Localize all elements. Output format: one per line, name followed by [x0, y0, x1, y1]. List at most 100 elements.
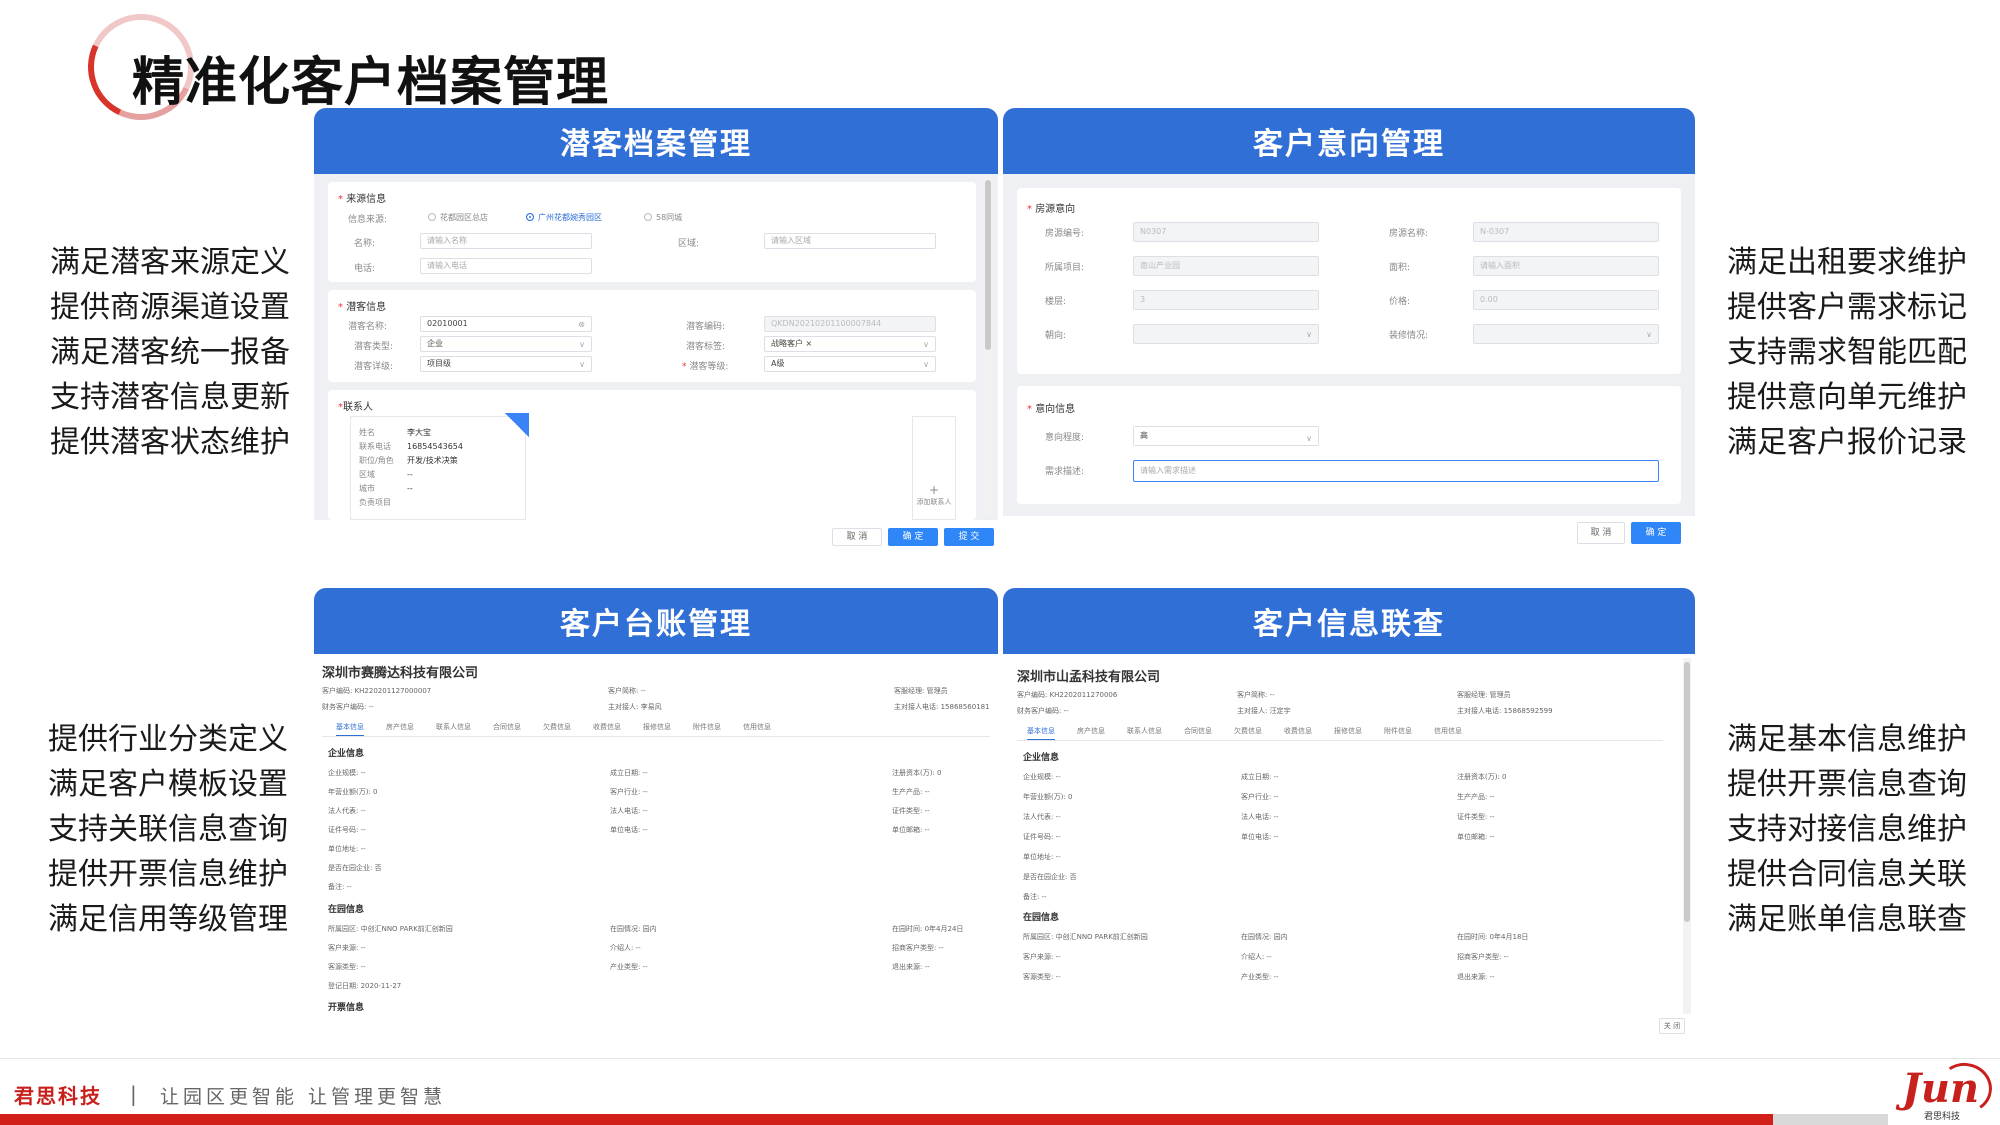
logo-subtitle: 君思科技	[1924, 1112, 1961, 1122]
prospect-detail-select[interactable]: 项目级 ∨	[420, 356, 592, 372]
left-top-feature-list: 满足潜客来源定义 提供商源渠道设置 满足潜客统一报备 支持潜客信息更新 提供潜客…	[50, 240, 290, 465]
project-input: 南山产业园	[1133, 256, 1319, 276]
dialog-footer: 取 消 确 定 提 交	[314, 520, 998, 578]
info-field: 所属园区: 中创汇NNO PARK前汇创新园	[328, 925, 453, 933]
add-contact-button[interactable]: + 添加联系人	[912, 416, 956, 520]
confirm-button[interactable]: 确 定	[888, 528, 938, 546]
decoration-select[interactable]: ∨	[1473, 324, 1659, 344]
info-field: 法人电话: --	[610, 807, 648, 815]
tab-contact-info[interactable]: 联系人信息	[1127, 726, 1162, 741]
contact-field: 城市 --	[359, 484, 413, 493]
tab-credit-info[interactable]: 信用信息	[1434, 726, 1462, 741]
contact-field: 姓名 李大宝	[359, 428, 431, 437]
source-label: 信息来源:	[348, 215, 388, 225]
tab-contract-info[interactable]: 合同信息	[1184, 726, 1212, 741]
info-field: 注册资本(万): 0	[892, 769, 942, 777]
radio-option-selected[interactable]: 广州花都婉秀园区	[526, 212, 602, 223]
tab-credit-info[interactable]: 信用信息	[743, 722, 771, 737]
feature-item: 提供开票信息维护	[48, 857, 288, 892]
tab-property-info[interactable]: 房产信息	[1077, 726, 1105, 741]
tab-attachment-info[interactable]: 附件信息	[1384, 726, 1412, 741]
info-field: 客源类型: --	[328, 963, 366, 971]
tab-contract-info[interactable]: 合同信息	[493, 722, 521, 737]
area-input[interactable]: 请输入区域	[764, 233, 936, 249]
footer-brand: 君思科技	[14, 1084, 102, 1108]
tab-property-info[interactable]: 房产信息	[386, 722, 414, 737]
info-field: 客户行业: --	[610, 788, 648, 796]
clear-icon[interactable]: ⊗	[578, 318, 585, 331]
info-field: 登记日期: 2020-11-27	[328, 982, 402, 990]
close-button[interactable]: 关 闭	[1659, 1018, 1685, 1034]
meta-field: 主对接人电话: 15868560181	[894, 703, 990, 711]
name-input[interactable]: 请输入名称	[420, 233, 592, 249]
radio-option[interactable]: 58同城	[644, 212, 682, 223]
intent-form-screenshot: * 房源意向 房源编号: N0307 房源名称: N-0307 所属项目: 南山…	[1003, 174, 1695, 578]
section-title: *联系人	[338, 402, 373, 413]
room-no-input: N0307	[1133, 222, 1319, 242]
logo-wordmark: Jun	[1902, 1065, 1980, 1112]
detail-tabs: 基本信息 房产信息 联系人信息 合同信息 欠费信息 收费信息 报修信息 附件信息…	[1027, 726, 1484, 741]
info-field: 退出来源: --	[892, 963, 930, 971]
demand-description-input[interactable]: 请输入需求描述	[1133, 460, 1659, 482]
info-field: 招商客户类型: --	[1457, 953, 1509, 961]
tab-contact-info[interactable]: 联系人信息	[436, 722, 471, 737]
tab-repair-info[interactable]: 报修信息	[643, 722, 671, 737]
scrollbar[interactable]	[1683, 658, 1691, 1014]
plus-icon: +	[928, 483, 940, 497]
tab-charge-info[interactable]: 收费信息	[593, 722, 621, 737]
tab-charge-info[interactable]: 收费信息	[1284, 726, 1312, 741]
meta-field: 主对接人: 李易风	[608, 703, 662, 711]
field-label: 潜客名称:	[348, 322, 388, 332]
tab-arrears-info[interactable]: 欠费信息	[1234, 726, 1262, 741]
meta-field: 客户编码: KH2202011270006	[1017, 691, 1118, 699]
feature-item: 满足潜客统一报备	[50, 335, 290, 370]
contact-field: 负责项目	[359, 498, 391, 507]
tab-divider	[1017, 740, 1663, 741]
info-field: 客户来源: --	[328, 944, 366, 952]
company-logo: Jun 君思科技	[1902, 1058, 1996, 1123]
customer-info-query-panel: 客户信息联查 深圳市山孟科技有限公司 客户编码: KH2202011270006…	[1003, 588, 1695, 1056]
source-info-card: * 来源信息 信息来源: 花都园区总店 广州花都婉秀园区 58同城 名称: 请输…	[328, 182, 976, 282]
radio-option[interactable]: 花都园区总店	[428, 212, 488, 223]
contact-item[interactable]: 姓名 李大宝 联系电话 16854543654 职位/角色 开发/技术决策 区域 -- …	[350, 413, 529, 520]
footer-slogan: 让园区更智能 让管理更智慧	[160, 1086, 447, 1108]
prospect-tag-select[interactable]: 战略客户 × ∨	[764, 336, 936, 352]
phone-input[interactable]: 请输入电话	[420, 258, 592, 274]
field-label: 装修情况:	[1389, 331, 1429, 341]
info-field: 单位地址: --	[328, 845, 366, 853]
area-input[interactable]: 请输入面积	[1473, 256, 1659, 276]
panel-title: 客户信息联查	[1253, 607, 1445, 642]
prospect-level-select[interactable]: A级 ∨	[764, 356, 936, 372]
scrollbar[interactable]	[984, 176, 992, 516]
info-field: 法人电话: --	[1241, 813, 1279, 821]
orientation-select[interactable]: ∨	[1133, 324, 1319, 344]
feature-item: 提供行业分类定义	[48, 722, 288, 757]
field-label: 房源编号:	[1045, 229, 1085, 239]
feature-item: 满足基本信息维护	[1727, 722, 1967, 757]
meta-field: 客服经理: 管理员	[1457, 691, 1511, 699]
field-label: 朝向:	[1045, 331, 1067, 341]
info-field: 证件类型: --	[892, 807, 930, 815]
park-section-title: 在园信息	[328, 905, 365, 915]
tab-attachment-info[interactable]: 附件信息	[693, 722, 721, 737]
prospect-name-input[interactable]: 02010001 ⊗	[420, 316, 592, 332]
footer-gray-bar	[1773, 1114, 1888, 1125]
park-section-title: 在园信息	[1023, 913, 1060, 923]
contact-card-section: *联系人 姓名 李大宝 联系电话 16854543654 职位/角色 开发/技术决策 …	[328, 390, 976, 520]
tab-repair-info[interactable]: 报修信息	[1334, 726, 1362, 741]
tab-basic-info[interactable]: 基本信息	[336, 722, 364, 737]
info-field: 生产产品: --	[1457, 793, 1495, 801]
scrollbar-thumb[interactable]	[985, 180, 991, 350]
prospect-type-select[interactable]: 企业 ∨	[420, 336, 592, 352]
cancel-button[interactable]: 取 消	[1577, 522, 1625, 544]
confirm-button[interactable]: 确 定	[1631, 522, 1681, 544]
intent-degree-select[interactable]: 高 ∨	[1133, 426, 1319, 446]
panel-header: 客户意向管理	[1003, 108, 1695, 174]
submit-button[interactable]: 提 交	[944, 528, 994, 546]
tab-arrears-info[interactable]: 欠费信息	[543, 722, 571, 737]
info-field: 法人代表: --	[328, 807, 366, 815]
cancel-button[interactable]: 取 消	[832, 528, 882, 546]
tab-basic-info[interactable]: 基本信息	[1027, 726, 1055, 741]
floor-input: 3	[1133, 290, 1319, 310]
scrollbar-thumb[interactable]	[1684, 662, 1690, 922]
